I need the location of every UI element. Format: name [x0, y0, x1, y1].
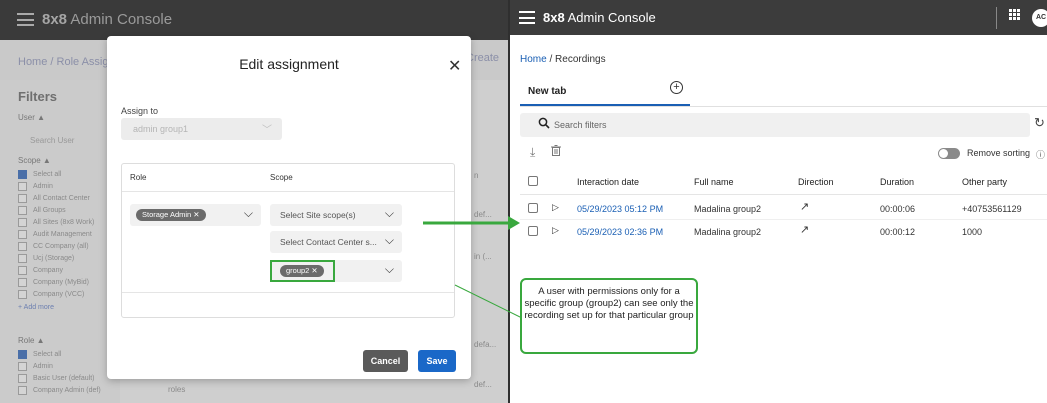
annotation-callout: A user with permissions only for a speci…: [520, 278, 698, 354]
callout-text: A user with permissions only for a speci…: [524, 286, 694, 321]
